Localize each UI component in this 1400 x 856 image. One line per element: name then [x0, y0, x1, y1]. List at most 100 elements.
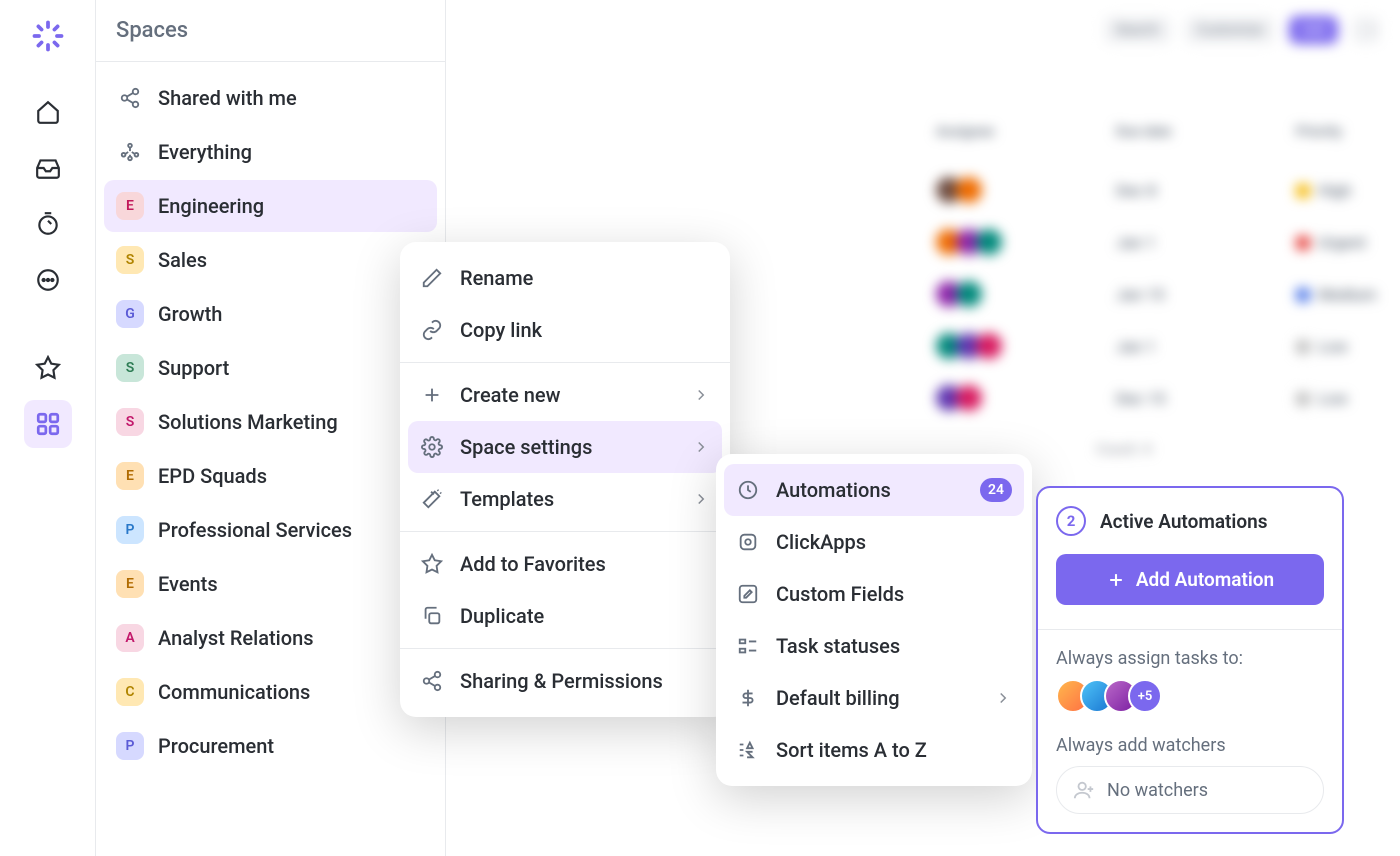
space-badge: G	[116, 300, 144, 328]
assignee-avatar-stack[interactable]: +5	[1056, 679, 1324, 713]
sidebar-item-label: Shared with me	[158, 86, 297, 110]
table-row[interactable]: Jan 1Low	[926, 320, 1380, 372]
sidebar-item[interactable]: S Solutions Marketing	[104, 396, 437, 448]
automation-icon	[736, 478, 760, 502]
sidebar-item-label: Events	[158, 572, 218, 596]
submenu-label: ClickApps	[776, 530, 866, 554]
sidebar-item[interactable]: G Growth	[104, 288, 437, 340]
icon-rail	[0, 0, 96, 856]
menu-copy-link[interactable]: Copy link	[400, 304, 730, 356]
sidebar-item[interactable]: PProfessional Services	[104, 504, 437, 556]
automations-panel: 2 Active Automations Add Automation Alwa…	[1036, 486, 1344, 834]
menu-label: Rename	[460, 266, 533, 290]
menu-sharing[interactable]: Sharing & Permissions	[400, 655, 730, 707]
menu-label: Sharing & Permissions	[460, 669, 663, 693]
customize-button[interactable]: Customize	[1185, 16, 1275, 44]
sidebar-item[interactable]: SSales	[104, 234, 437, 286]
menu-templates[interactable]: Templates	[400, 473, 730, 525]
network-icon	[116, 138, 144, 166]
sidebar-item[interactable]: Shared with me	[104, 72, 437, 124]
share-icon	[116, 84, 144, 112]
sidebar-item[interactable]: EEngineering	[104, 180, 437, 232]
add-automation-label: Add Automation	[1136, 568, 1274, 591]
table-row[interactable]: Dec 15Low	[926, 372, 1380, 424]
submenu-label: Automations	[776, 478, 891, 502]
submenu-custom-fields[interactable]: Custom Fields	[724, 568, 1024, 620]
chevron-right-icon	[692, 438, 710, 456]
sidebar-item[interactable]: SSupport	[104, 342, 437, 394]
sidebar-item[interactable]: P Procurement	[104, 720, 437, 772]
favorites-icon[interactable]	[24, 344, 72, 392]
space-settings-submenu: Automations 24 ClickApps Custom Fields T…	[716, 454, 1032, 786]
submenu-task-statuses[interactable]: Task statuses	[724, 620, 1024, 672]
app-logo[interactable]	[24, 12, 72, 60]
menu-rename[interactable]: Rename	[400, 252, 730, 304]
sidebar-item-label: Procurement	[158, 734, 274, 758]
space-badge: P	[116, 732, 144, 760]
submenu-sort-items[interactable]: Sort items A to Z	[724, 724, 1024, 776]
chevron-right-icon	[994, 689, 1012, 707]
add-automation-button[interactable]: Add Automation	[1056, 554, 1324, 605]
space-badge: E	[116, 192, 144, 220]
sidebar-item[interactable]: A Analyst Relations	[104, 612, 437, 664]
sidebar-item-label: Everything	[158, 140, 252, 164]
table-row[interactable]: Jan 1Urgent	[926, 216, 1380, 268]
space-badge: S	[116, 354, 144, 382]
sidebar-item[interactable]: EEvents	[104, 558, 437, 610]
submenu-label: Task statuses	[776, 634, 900, 658]
copy-icon	[420, 604, 444, 628]
spaces-icon[interactable]	[24, 400, 72, 448]
gear-icon	[420, 435, 444, 459]
watchers-label: Always add watchers	[1056, 735, 1324, 756]
avatar-overflow: +5	[1128, 679, 1162, 713]
table-row[interactable]: Dec 8High	[926, 164, 1380, 216]
sidebar-item-label: Solutions Marketing	[158, 410, 338, 434]
menu-duplicate[interactable]: Duplicate	[400, 590, 730, 642]
add-button[interactable]: Add	[1289, 16, 1338, 44]
home-icon[interactable]	[24, 88, 72, 136]
more-icon[interactable]	[24, 256, 72, 304]
more-button[interactable]: ⋯	[1352, 16, 1380, 44]
col-priority: Priority	[1296, 124, 1400, 140]
space-badge: S	[116, 246, 144, 274]
submenu-default-billing[interactable]: Default billing	[724, 672, 1024, 724]
menu-label: Create new	[460, 383, 560, 407]
submenu-automations[interactable]: Automations 24	[724, 464, 1024, 516]
plus-icon	[420, 383, 444, 407]
timer-icon[interactable]	[24, 200, 72, 248]
edit-square-icon	[736, 582, 760, 606]
watchers-input[interactable]: No watchers	[1056, 766, 1324, 814]
link-icon	[420, 318, 444, 342]
space-badge: C	[116, 678, 144, 706]
sidebar-item[interactable]: CCommunications	[104, 666, 437, 718]
dollar-icon	[736, 686, 760, 710]
chevron-right-icon	[692, 490, 710, 508]
sidebar-item[interactable]: Everything	[104, 126, 437, 178]
space-badge: A	[116, 624, 144, 652]
table-row[interactable]: Jan 15Medium	[926, 268, 1380, 320]
col-due-date: Due date	[1116, 124, 1286, 140]
sidebar-item-label: Growth	[158, 302, 222, 326]
menu-label: Add to Favorites	[460, 552, 606, 576]
menu-add-favorites[interactable]: Add to Favorites	[400, 538, 730, 590]
menu-label: Duplicate	[460, 604, 544, 628]
sidebar-item-label: Analyst Relations	[158, 626, 314, 650]
wand-icon	[420, 487, 444, 511]
sidebar-item-label: EPD Squads	[158, 464, 267, 488]
menu-space-settings[interactable]: Space settings	[408, 421, 722, 473]
submenu-label: Custom Fields	[776, 582, 904, 606]
spaces-sidebar: Spaces Shared with meEverythingEEngineer…	[96, 0, 446, 856]
menu-create-new[interactable]: Create new	[400, 369, 730, 421]
active-automations-count: 2	[1056, 506, 1086, 536]
submenu-clickapps[interactable]: ClickApps	[724, 516, 1024, 568]
menu-label: Copy link	[460, 318, 542, 342]
pencil-icon	[420, 266, 444, 290]
plus-icon	[1106, 570, 1126, 590]
search-button[interactable]: Search	[1104, 16, 1171, 44]
inbox-icon[interactable]	[24, 144, 72, 192]
submenu-label: Default billing	[776, 686, 900, 710]
space-badge: E	[116, 462, 144, 490]
space-context-menu: Rename Copy link Create new Space settin…	[400, 242, 730, 717]
sidebar-item[interactable]: E EPD Squads	[104, 450, 437, 502]
space-badge: S	[116, 408, 144, 436]
